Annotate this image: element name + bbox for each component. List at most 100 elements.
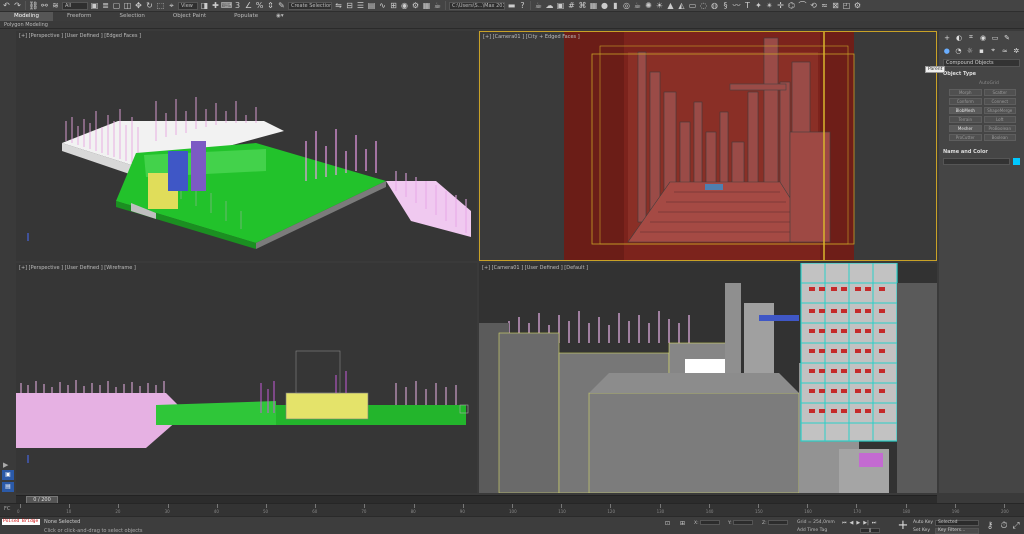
name-color-header[interactable]: Name and Color [943, 149, 1020, 155]
tab-object-paint[interactable]: Object Paint [159, 12, 220, 21]
workspace-dropdown[interactable]: C:\Users\S...\Max 2016 [449, 1, 505, 10]
camera-icon[interactable]: ⌘ [578, 1, 587, 10]
cone-icon[interactable]: ▲ [666, 1, 675, 10]
blobmesh-button[interactable]: BlobMesh [949, 107, 982, 114]
viewport-label[interactable]: [+] [Perspective ] [User Defined ] [Wire… [19, 265, 136, 271]
viewport-label[interactable]: [+] [Perspective ] [User Defined ] [Edge… [19, 33, 141, 39]
track-bar-icon[interactable]: FC [4, 506, 10, 512]
pyramid-icon[interactable]: ◭ [677, 1, 686, 10]
named-selection-dropdown[interactable]: Create Selection Se [288, 1, 332, 10]
grid-icon[interactable]: # [567, 1, 576, 10]
layer-icon[interactable]: ☰ [356, 1, 365, 10]
tube-icon[interactable]: ◌ [699, 1, 708, 10]
proboolean-button[interactable]: ProBoolean [983, 125, 1016, 132]
terrain-button[interactable]: Terrain [949, 116, 982, 123]
place-icon[interactable]: ⌖ [167, 1, 176, 10]
settings-icon[interactable]: ⚙ [853, 1, 862, 10]
geosphere-icon[interactable]: ◍ [710, 1, 719, 10]
mirror-icon[interactable]: ⇋ [334, 1, 343, 10]
viewport-label[interactable]: [+] [Camera01 ] [User Defined ] [Default… [482, 265, 588, 271]
schematic-view-icon[interactable]: ⊞ [389, 1, 398, 10]
twist-icon[interactable]: ⟲ [809, 1, 818, 10]
x-coord-field[interactable] [699, 520, 720, 525]
snap-3d-icon[interactable]: 3 [233, 1, 242, 10]
lock-icon[interactable]: ⊡ [665, 520, 670, 527]
redo-icon[interactable]: ↷ [13, 1, 22, 10]
play-icon[interactable]: ▶ [3, 461, 11, 469]
hierarchy-tab-icon[interactable]: ⌗ [967, 33, 975, 41]
particle-icon[interactable]: ✴ [765, 1, 774, 10]
morph-button[interactable]: Morph [949, 89, 982, 96]
plane-icon[interactable]: ▭ [688, 1, 697, 10]
tab-selection[interactable]: Selection [106, 12, 159, 21]
conform-button[interactable]: Conform [949, 98, 982, 105]
text-shape-icon[interactable]: T [743, 1, 752, 10]
track-bar[interactable]: FC 0 10 20 30 40 50 60 70 80 90 100 110 120 130 140 150… [0, 503, 1024, 516]
window-crossing-icon[interactable]: ◫ [123, 1, 132, 10]
spinner-snap-icon[interactable]: ⇕ [266, 1, 275, 10]
motion-tab-icon[interactable]: ◉ [979, 34, 987, 42]
sphere-icon[interactable]: ● [600, 1, 609, 10]
rect-selection-icon[interactable]: ▢ [112, 1, 121, 10]
key-filters-button[interactable]: Key Filters... [935, 528, 979, 534]
spacewarps-icon[interactable]: ≈ [1001, 47, 1009, 55]
next-frame-icon[interactable]: ▶| [863, 520, 869, 526]
noise-icon[interactable]: ≈ [820, 1, 829, 10]
systems-icon[interactable]: ✲ [1012, 47, 1020, 55]
current-frame-field[interactable]: 0 [860, 528, 880, 533]
move-icon[interactable]: ✥ [134, 1, 143, 10]
procutter-button[interactable]: ProCutter [949, 134, 982, 141]
spline-icon[interactable]: 〰 [732, 1, 741, 10]
select-object-icon[interactable]: ▣ [90, 1, 99, 10]
render-setup-icon[interactable]: ⚙ [411, 1, 420, 10]
viewport-camera-top[interactable]: [+] [Camera01 ] [City + Edged Faces ] [479, 31, 937, 261]
helper-icon[interactable]: ✛ [776, 1, 785, 10]
zoom-extents-icon[interactable]: ⤢ [1010, 520, 1022, 532]
viewcube-icon[interactable]: ▣ [2, 470, 14, 480]
utilities-tab-icon[interactable]: ✎ [1003, 34, 1011, 42]
undo-icon[interactable]: ↶ [2, 1, 11, 10]
viewport-perspective-bottom[interactable]: [+] [Perspective ] [User Defined ] [Wire… [16, 263, 477, 493]
selected-dropdown[interactable]: Selected [935, 520, 979, 526]
modifier-icon[interactable]: ⌬ [787, 1, 796, 10]
boolean-button[interactable]: Boolean [983, 134, 1016, 141]
category-dropdown[interactable]: Compound Objects [943, 59, 1020, 67]
teapot-icon[interactable]: ☕ [534, 1, 543, 10]
cloud-icon[interactable]: ☁ [545, 1, 554, 10]
shell-icon[interactable]: ◰ [842, 1, 851, 10]
pivot-icon[interactable]: ◨ [200, 1, 209, 10]
geometry-icon[interactable]: ● [943, 47, 951, 55]
angle-snap-icon[interactable]: ∠ [244, 1, 253, 10]
viewport-label[interactable]: [+] [Camera01 ] [City + Edged Faces ] [483, 34, 580, 40]
tab-populate[interactable]: Populate [220, 12, 272, 21]
helix-icon[interactable]: § [721, 1, 730, 10]
previous-frame-icon[interactable]: ◀ [850, 520, 854, 526]
scale-icon[interactable]: ⬚ [156, 1, 165, 10]
link-icon[interactable]: ⛓ [28, 1, 38, 10]
object-type-header[interactable]: Object Type [943, 71, 1020, 77]
render-frame-icon[interactable]: ▣ [556, 1, 565, 10]
align-icon[interactable]: ⊟ [345, 1, 354, 10]
add-time-tag[interactable]: Add Time Tag [797, 528, 827, 533]
scene-explorer-icon[interactable]: ▤ [367, 1, 376, 10]
goto-end-icon[interactable]: ⏭ [872, 520, 877, 526]
rotate-icon[interactable]: ↻ [145, 1, 154, 10]
select-manipulate-icon[interactable]: ✚ [211, 1, 220, 10]
select-by-name-icon[interactable]: ≣ [101, 1, 110, 10]
z-coord-field[interactable] [767, 520, 788, 525]
cameras-icon[interactable]: ▪ [978, 47, 986, 55]
ribbon-options-icon[interactable]: ◉▾ [272, 12, 288, 21]
viewport-camera-bottom[interactable]: [+] [Camera01 ] [User Defined ] [Default… [479, 263, 937, 493]
bind-spacewarp-icon[interactable]: ≋ [51, 1, 60, 10]
modify-tab-icon[interactable]: ◐ [955, 34, 963, 42]
time-config-icon[interactable]: ⏱ [998, 520, 1010, 532]
goto-start-icon[interactable]: ⏮ [842, 520, 847, 526]
scatter-button[interactable]: Scatter [983, 89, 1016, 96]
absolute-mode-icon[interactable]: ⊞ [680, 520, 685, 527]
percent-snap-icon[interactable]: % [255, 1, 264, 10]
cylinder-icon[interactable]: ▮ [611, 1, 620, 10]
y-coord-field[interactable] [732, 520, 753, 525]
object-name-field[interactable] [943, 158, 1010, 165]
steering-wheel-icon[interactable]: ▤ [2, 482, 14, 492]
curve-editor-icon[interactable]: ∿ [378, 1, 387, 10]
